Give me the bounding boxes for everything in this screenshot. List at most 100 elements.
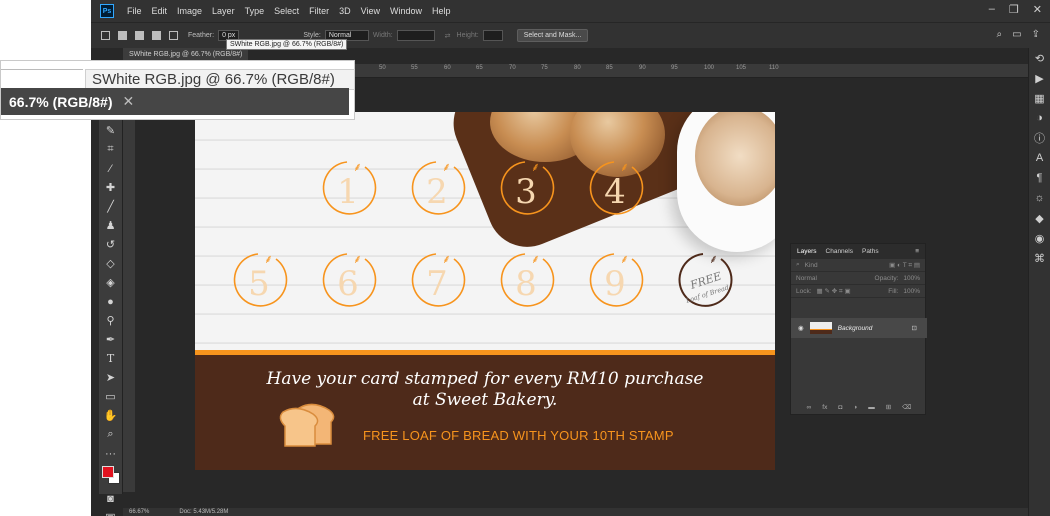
- more-tools-icon[interactable]: ···: [99, 444, 122, 463]
- new-selection-icon[interactable]: [118, 31, 127, 40]
- blend-mode-select[interactable]: Normal: [796, 275, 817, 282]
- stamp-3: ⸙ 3: [500, 160, 555, 215]
- menu-type[interactable]: Type: [240, 6, 270, 16]
- marquee-tool-preset-icon[interactable]: [101, 31, 110, 40]
- healing-brush-tool-icon[interactable]: ✚: [99, 178, 122, 197]
- rectangle-tool-icon[interactable]: ▭: [99, 387, 122, 406]
- color-swatches[interactable]: [99, 463, 122, 489]
- layers-icon[interactable]: ◆: [1029, 208, 1050, 228]
- menu-file[interactable]: File: [122, 6, 147, 16]
- screen-mode-icon[interactable]: ▣: [99, 508, 122, 516]
- character-icon[interactable]: A: [1029, 148, 1050, 168]
- zoom-level[interactable]: 66.67%: [129, 509, 149, 515]
- eraser-tool-icon[interactable]: ◇: [99, 254, 122, 273]
- stamp-8: ⸙ 8: [500, 252, 555, 307]
- zoom-tool-icon[interactable]: ⌕: [99, 425, 122, 444]
- ruler-tick: 75: [541, 65, 548, 71]
- paragraph-icon[interactable]: ¶: [1029, 168, 1050, 188]
- paint-bucket-tool-icon[interactable]: ◈: [99, 273, 122, 292]
- workspace-icon[interactable]: ▭: [1012, 29, 1021, 40]
- swatches-icon[interactable]: ▦: [1029, 88, 1050, 108]
- stamp-grid: ⸙ 1 ⸙ 2 ⸙ 3 ⸙ 4 ⸙ 5 ⸙ 6 ⸙ 7 ⸙ 8 ⸙ 9 ⸙ FR…: [233, 160, 733, 307]
- stamp-4: ⸙ 4: [589, 160, 644, 215]
- link-layers-icon[interactable]: ∞: [807, 404, 812, 411]
- path-selection-tool-icon[interactable]: ➤: [99, 368, 122, 387]
- minimize-icon[interactable]: –: [989, 3, 995, 16]
- tools-panel: ✥ ⬚ ↂ ✎ ⌗ ⁄ ✚ ╱ ♟ ↺ ◇ ◈ ● ⚲ ✒ T ➤ ▭ ✋ ⌕ …: [99, 64, 123, 516]
- swap-icon[interactable]: ⇄: [445, 32, 451, 40]
- tab-channels[interactable]: Channels: [826, 248, 853, 255]
- filter-icons[interactable]: ▣ ◐ T ⌗ ▤: [889, 261, 920, 270]
- fx-icon[interactable]: fx: [822, 404, 827, 411]
- stamp-number: 1: [337, 172, 359, 212]
- menu-filter[interactable]: Filter: [304, 6, 334, 16]
- fill-label: Fill:: [888, 287, 899, 295]
- subtract-from-selection-icon[interactable]: [152, 31, 161, 40]
- eyedropper-tool-icon[interactable]: ⁄: [99, 159, 122, 178]
- quick-select-tool-icon[interactable]: ✎: [99, 121, 122, 140]
- hand-tool-icon[interactable]: ✋: [99, 406, 122, 425]
- type-tool-icon[interactable]: T: [99, 349, 122, 368]
- layer-row-background[interactable]: ◉ Background ⊡: [791, 318, 927, 338]
- foreground-color-swatch[interactable]: [102, 466, 114, 478]
- quick-mask-icon[interactable]: ◙: [99, 489, 122, 508]
- paths-icon[interactable]: ⌘: [1029, 248, 1050, 268]
- channels-icon[interactable]: ◉: [1029, 228, 1050, 248]
- style-label: Style:: [303, 32, 321, 39]
- stamp-2: ⸙ 2: [411, 160, 466, 215]
- close-window-icon[interactable]: ✕: [1033, 3, 1042, 16]
- menu-window[interactable]: Window: [385, 6, 427, 16]
- document-size: Doc: 5.43M/5.28M: [179, 509, 229, 515]
- document-canvas[interactable]: ⸙ 1 ⸙ 2 ⸙ 3 ⸙ 4 ⸙ 5 ⸙ 6 ⸙ 7 ⸙ 8 ⸙ 9 ⸙ FR…: [195, 112, 775, 470]
- add-mask-icon[interactable]: ◘: [838, 404, 842, 411]
- height-label: Height:: [456, 32, 479, 39]
- close-icon[interactable]: ✕: [122, 93, 134, 110]
- history-icon[interactable]: ⟲: [1029, 48, 1050, 68]
- dodge-tool-icon[interactable]: ⚲: [99, 311, 122, 330]
- new-group-icon[interactable]: ▬: [868, 404, 875, 411]
- adjustment-layer-icon[interactable]: ◑: [853, 404, 857, 411]
- brush-tool-icon[interactable]: ╱: [99, 197, 122, 216]
- menu-image[interactable]: Image: [172, 6, 207, 16]
- search-icon[interactable]: ⌕: [997, 29, 1003, 40]
- menu-edit[interactable]: Edit: [147, 6, 173, 16]
- menu-view[interactable]: View: [356, 6, 385, 16]
- clone-stamp-tool-icon[interactable]: ♟: [99, 216, 122, 235]
- fill-input[interactable]: 100%: [903, 288, 920, 295]
- lock-icons[interactable]: ▦ ✎ ✥ ⌗ ▣: [817, 287, 851, 296]
- actions-icon[interactable]: ▶: [1029, 68, 1050, 88]
- crop-tool-icon[interactable]: ⌗: [99, 140, 122, 159]
- restore-icon[interactable]: ❐: [1009, 3, 1019, 16]
- share-icon[interactable]: ⇪: [1032, 29, 1040, 40]
- tab-paths[interactable]: Paths: [862, 248, 879, 255]
- menu-select[interactable]: Select: [269, 6, 304, 16]
- new-layer-icon[interactable]: ⊞: [886, 403, 891, 411]
- right-panel-strip: ⟲ ▶ ▦ ◑ ⓘ A ¶ ☼ ◆ ◉ ⌘: [1028, 48, 1050, 516]
- stamp-number: 5: [248, 264, 270, 304]
- callout-document-tab[interactable]: 66.7% (RGB/8#) ✕: [1, 88, 349, 115]
- add-to-selection-icon[interactable]: [135, 31, 144, 40]
- select-and-mask-button[interactable]: Select and Mask...: [516, 29, 589, 42]
- menu-layer[interactable]: Layer: [207, 6, 240, 16]
- info-icon[interactable]: ⓘ: [1029, 128, 1050, 148]
- blur-tool-icon[interactable]: ●: [99, 292, 122, 311]
- history-brush-tool-icon[interactable]: ↺: [99, 235, 122, 254]
- optbar-right-icons: ⌕ ▭ ⇪: [997, 29, 1040, 40]
- callout-tab-strip: [1, 69, 83, 72]
- height-input[interactable]: [482, 30, 503, 41]
- menu-3d[interactable]: 3D: [334, 6, 356, 16]
- menu-help[interactable]: Help: [427, 6, 456, 16]
- ruler-tick: 110: [769, 65, 779, 71]
- delete-layer-icon[interactable]: ⌫: [902, 403, 911, 411]
- lightbulb-icon[interactable]: ☼: [1029, 188, 1050, 208]
- tab-layers[interactable]: Layers: [797, 248, 817, 255]
- intersect-selection-icon[interactable]: [169, 31, 178, 40]
- adjustments-icon[interactable]: ◑: [1029, 108, 1050, 128]
- pen-tool-icon[interactable]: ✒: [99, 330, 122, 349]
- width-input[interactable]: [396, 30, 435, 41]
- kind-filter-select[interactable]: Kind: [805, 262, 818, 269]
- opacity-input[interactable]: 100%: [903, 275, 920, 282]
- eye-icon[interactable]: ◉: [798, 324, 804, 332]
- panel-menu-icon[interactable]: ≡: [915, 248, 919, 255]
- blend-row: Normal Opacity: 100%: [791, 272, 925, 285]
